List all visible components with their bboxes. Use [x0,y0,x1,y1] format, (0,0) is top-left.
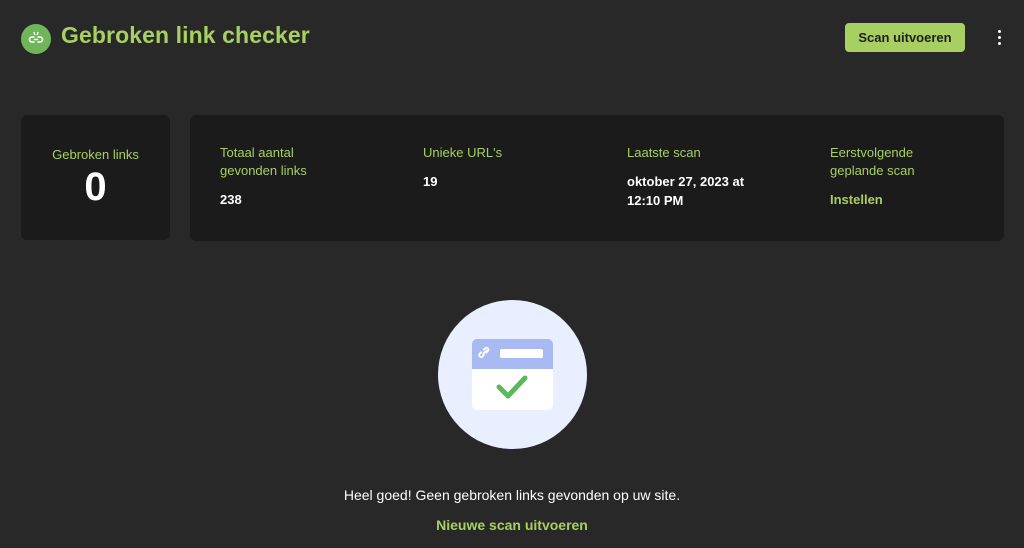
stat-label: Eerstvolgende geplande scan [830,145,915,178]
link-check-icon [438,300,587,449]
stat-next-scheduled-scan: Eerstvolgende geplande scan Instellen [830,144,1000,209]
stat-unique-urls: Unieke URL's 19 [423,144,593,191]
scan-button[interactable]: Scan uitvoeren [845,23,965,52]
stat-total-links: Totaal aantal gevonden links 238 [220,144,390,209]
more-vertical-icon[interactable] [990,28,1008,46]
broken-links-label: Gebroken links [52,147,139,162]
new-scan-link[interactable]: Nieuwe scan uitvoeren [0,517,1024,533]
broken-links-summary-card: Gebroken links 0 [21,115,170,240]
page-title: Gebroken link checker [61,22,310,48]
broken-links-count: 0 [84,165,107,209]
stat-label: Totaal aantal gevonden links [220,145,307,178]
stat-value: 238 [220,192,242,207]
app-header: Gebroken link checker Scan uitvoeren [0,0,1024,76]
stat-label: Laatste scan [627,145,701,160]
schedule-link[interactable]: Instellen [830,190,1000,209]
scan-stats-card: Totaal aantal gevonden links 238 Unieke … [190,115,1004,241]
stat-last-scan: Laatste scan oktober 27, 2023 at 12:10 P… [627,144,797,210]
stat-label: Unieke URL's [423,145,503,160]
broken-link-icon [21,24,51,54]
empty-state-message: Heel goed! Geen gebroken links gevonden … [343,487,681,503]
stat-value: oktober 27, 2023 at 12:10 PM [627,174,745,208]
stat-value: 19 [423,174,438,189]
